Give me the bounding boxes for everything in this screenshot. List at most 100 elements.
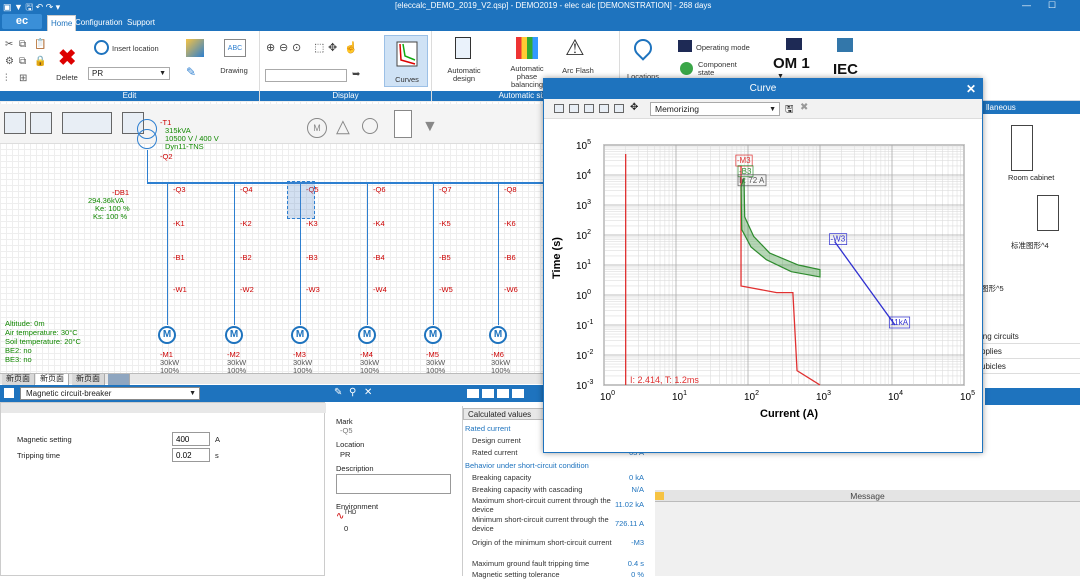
delete-button[interactable]: Delete bbox=[52, 74, 82, 82]
drawing-button[interactable]: Drawing bbox=[214, 67, 254, 75]
memorizing-value: Memorizing bbox=[655, 104, 699, 114]
sheet-tab[interactable]: 新页面 bbox=[72, 374, 105, 385]
motor-icon[interactable]: M bbox=[158, 326, 176, 344]
grid-view-icon[interactable] bbox=[467, 389, 479, 398]
delete-icon[interactable]: ✖ bbox=[58, 45, 76, 71]
library-item[interactable]: ing circuits bbox=[981, 330, 1080, 344]
add-sheet-tab[interactable] bbox=[108, 374, 130, 385]
identity-panel: Mark -Q5 Location PR Description Environ… bbox=[328, 407, 458, 576]
transformer-icon[interactable] bbox=[137, 129, 157, 149]
series-icon[interactable] bbox=[584, 104, 594, 113]
symbol-icon[interactable] bbox=[4, 112, 26, 134]
symbol-icon[interactable] bbox=[62, 112, 112, 134]
link-icon[interactable]: ✕ bbox=[364, 387, 372, 398]
close-icon[interactable]: ✕ bbox=[966, 79, 976, 99]
triangle-symbol-icon[interactable]: △ bbox=[336, 116, 350, 137]
maximize-icon[interactable]: ☐ bbox=[1048, 0, 1056, 11]
navigate-icon[interactable]: ➥ bbox=[352, 69, 360, 80]
motor-symbol-icon[interactable]: M bbox=[307, 118, 327, 138]
format-icon[interactable]: ⚙ bbox=[5, 56, 14, 67]
fit-icon[interactable] bbox=[614, 104, 624, 113]
select-icon[interactable]: ⬚ bbox=[314, 41, 324, 54]
phase-balancing-icon[interactable] bbox=[516, 37, 538, 59]
component-state-icon[interactable] bbox=[680, 62, 693, 75]
table-icon[interactable] bbox=[554, 104, 564, 113]
minimize-icon[interactable]: — bbox=[1022, 0, 1031, 10]
motor-icon[interactable]: M bbox=[424, 326, 442, 344]
locations-icon[interactable] bbox=[630, 35, 656, 61]
insert-location-button[interactable]: Insert location bbox=[112, 45, 177, 53]
paste-icon[interactable]: 📋 bbox=[34, 39, 46, 50]
display-search-field[interactable] bbox=[265, 69, 347, 82]
magnetic-setting-input[interactable] bbox=[172, 432, 210, 446]
tab-support[interactable]: Support bbox=[124, 15, 158, 31]
copy-icon[interactable]: ⧉ bbox=[19, 39, 26, 50]
curve-chart[interactable]: 100 101 102 103 104 105 10-3 10-2 10-1 100 101 102 1… bbox=[544, 119, 982, 452]
pencil-icon[interactable]: ✎ bbox=[186, 65, 196, 79]
zoom-in-icon[interactable]: ⊕ bbox=[266, 41, 275, 54]
sheet-tab[interactable]: 新页面 bbox=[36, 374, 69, 385]
table-view-icon[interactable] bbox=[497, 389, 509, 398]
motor-icon[interactable]: M bbox=[489, 326, 507, 344]
clone-icon[interactable]: ⧉ bbox=[19, 56, 26, 67]
contactor-label: -K2 bbox=[240, 219, 252, 228]
layout-icon[interactable]: ⊞ bbox=[19, 73, 27, 84]
arc-flash-button[interactable]: Arc Flash bbox=[556, 67, 600, 75]
grid-icon[interactable] bbox=[569, 104, 579, 113]
cursor-readout: I: 2.414, T: 1.2ms bbox=[630, 375, 699, 385]
report-view-icon[interactable] bbox=[512, 389, 524, 398]
pan-icon[interactable]: ✥ bbox=[328, 41, 337, 54]
component-icon bbox=[4, 388, 14, 398]
motor-icon[interactable]: M bbox=[225, 326, 243, 344]
operating-mode-icon[interactable] bbox=[678, 40, 692, 52]
om-button[interactable]: OM 1 bbox=[773, 55, 810, 72]
cubicle-icon[interactable] bbox=[1037, 195, 1059, 231]
list-view-icon[interactable] bbox=[482, 389, 494, 398]
description-field[interactable] bbox=[336, 474, 451, 494]
marker-icon[interactable] bbox=[599, 104, 609, 113]
curves-button[interactable]: Curves bbox=[384, 35, 428, 87]
pin-icon[interactable]: ⚲ bbox=[349, 387, 356, 398]
cabinet-symbol-icon[interactable] bbox=[394, 110, 412, 138]
symbol-icon[interactable] bbox=[30, 112, 52, 134]
drawing-tools-icon[interactable] bbox=[186, 39, 204, 57]
motor-icon[interactable]: M bbox=[358, 326, 376, 344]
automatic-design-button[interactable]: Automatic design bbox=[440, 67, 488, 83]
expand-icon[interactable]: ✥ bbox=[630, 102, 638, 113]
location-pin-icon[interactable] bbox=[94, 40, 109, 55]
library-item[interactable]: pplies bbox=[981, 345, 1080, 359]
calculator-icon[interactable] bbox=[455, 37, 471, 59]
tripping-time-input[interactable] bbox=[172, 448, 210, 462]
arrow-down-icon[interactable]: ▼ bbox=[422, 118, 438, 136]
edit-icon[interactable]: ✎ bbox=[334, 387, 342, 398]
calc-row-value: -M3 bbox=[631, 538, 644, 547]
component-state-button[interactable]: Component state bbox=[698, 61, 748, 77]
cut-icon[interactable]: ✂ bbox=[5, 39, 13, 50]
sheet-tab[interactable]: 新页面 bbox=[2, 374, 35, 385]
arc-flash-icon[interactable]: ⚠ bbox=[565, 35, 585, 61]
library-item[interactable]: ubicles bbox=[981, 360, 1080, 374]
memorizing-select[interactable]: Memorizing ▼ bbox=[650, 102, 780, 116]
save-icon[interactable]: 🖫 bbox=[785, 102, 794, 119]
circle-symbol-icon[interactable] bbox=[362, 118, 378, 134]
tab-configuration[interactable]: Configuration bbox=[72, 15, 126, 31]
display-group-label: Display bbox=[260, 91, 431, 101]
hand-icon[interactable]: ☝ bbox=[344, 41, 358, 54]
busbar[interactable] bbox=[147, 182, 545, 184]
motor-icon[interactable]: M bbox=[291, 326, 309, 344]
iec-button[interactable]: IEC bbox=[833, 61, 858, 78]
room-cabinet-icon[interactable] bbox=[1011, 125, 1033, 171]
align-icon[interactable]: ⫶ bbox=[5, 73, 8, 84]
curve-window[interactable]: Curve ✕ ✥ Memorizing ▼ 🖫 ✖ 100 101 102 103 1… bbox=[543, 78, 983, 453]
operating-mode-button[interactable]: Operating mode bbox=[696, 44, 766, 52]
app-logo[interactable]: ec bbox=[2, 14, 42, 29]
component-type-select[interactable]: Magnetic circuit-breaker ▼ bbox=[20, 387, 200, 400]
zoom-out-icon[interactable]: ⊖ bbox=[279, 41, 288, 54]
zoom-window-icon[interactable]: ⊙ bbox=[292, 41, 301, 54]
calculated-values-tab[interactable]: Calculated values bbox=[463, 408, 545, 420]
symbol-palette[interactable]: M △ ▼ bbox=[0, 104, 545, 144]
curve-window-title[interactable]: Curve ✕ bbox=[544, 79, 982, 99]
lock-icon[interactable]: 🔒 bbox=[34, 56, 46, 67]
delete-curve-icon[interactable]: ✖ bbox=[800, 102, 808, 113]
location-select[interactable]: PR ▼ bbox=[88, 67, 170, 80]
